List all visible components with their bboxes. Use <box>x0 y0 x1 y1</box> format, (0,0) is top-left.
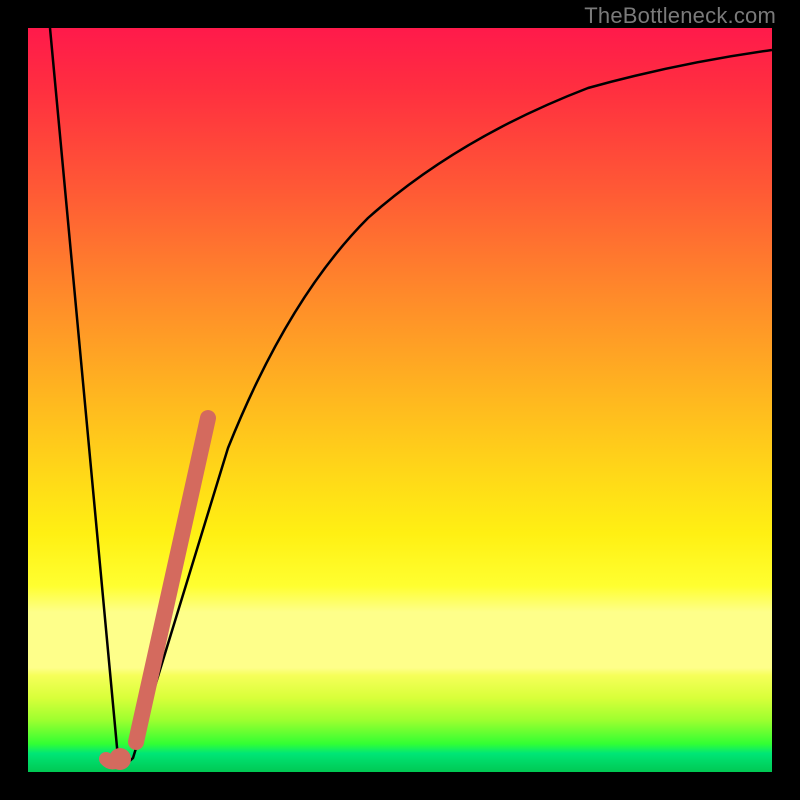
highlight-segment <box>136 418 208 742</box>
chart-frame: TheBottleneck.com <box>0 0 800 800</box>
highlight-hook-tail <box>106 759 120 763</box>
watermark-text: TheBottleneck.com <box>584 3 776 29</box>
curve-layer <box>28 28 772 772</box>
plot-area <box>28 28 772 772</box>
